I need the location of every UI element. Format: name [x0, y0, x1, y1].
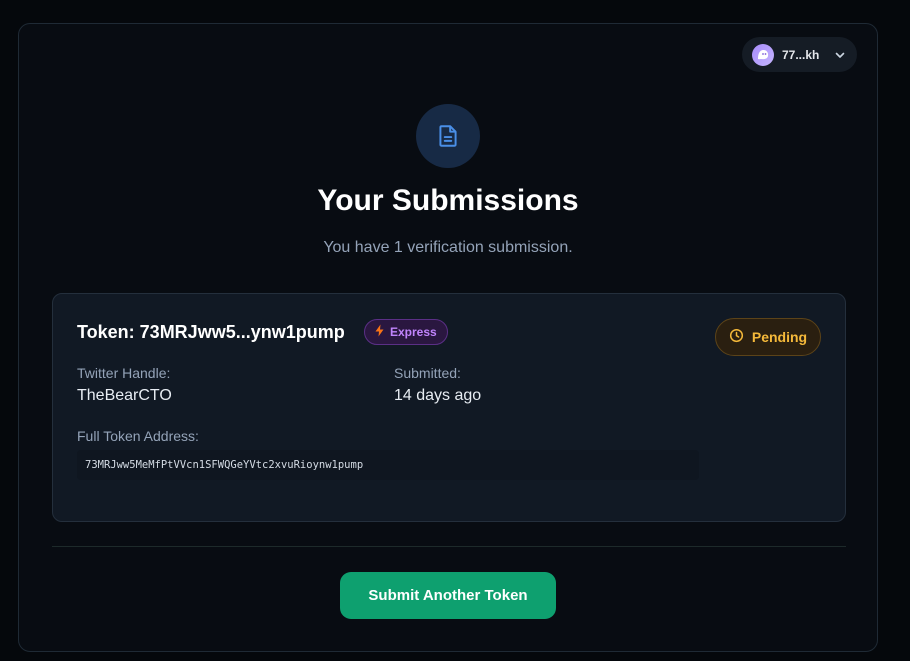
twitter-handle-value: TheBearCTO [77, 387, 172, 404]
full-token-address-label: Full Token Address: [77, 428, 199, 444]
express-badge: Express [364, 319, 448, 345]
express-badge-label: Express [390, 325, 437, 339]
clock-icon [729, 328, 744, 346]
page-subtitle: You have 1 verification submission. [323, 239, 573, 256]
lightning-icon [374, 324, 385, 340]
status-label: Pending [751, 329, 808, 345]
document-icon [416, 104, 480, 168]
full-token-address-value: 73MRJww5MeMfPtVVcn1SFWQGeYVtc2xvuRioynw1… [77, 450, 699, 480]
submission-card: Token: 73MRJww5...ynw1pump Express Pendi… [52, 293, 846, 522]
divider [52, 546, 846, 547]
status-badge: Pending [715, 318, 821, 356]
twitter-handle-label: Twitter Handle: [77, 365, 171, 381]
submitted-value: 14 days ago [394, 387, 482, 404]
wallet-address: 77...kh [782, 47, 820, 62]
ghost-icon [752, 43, 774, 66]
token-title: Token: 73MRJww5...ynw1pump [77, 322, 345, 342]
chevron-down-icon [833, 48, 847, 62]
submit-another-token-button[interactable]: Submit Another Token [340, 572, 556, 619]
submissions-panel: 77...kh Your Submissions You have 1 veri… [18, 23, 878, 652]
wallet-button[interactable]: 77...kh [742, 37, 857, 72]
submitted-label: Submitted: [394, 365, 461, 381]
page-title: Your Submissions [317, 184, 579, 217]
